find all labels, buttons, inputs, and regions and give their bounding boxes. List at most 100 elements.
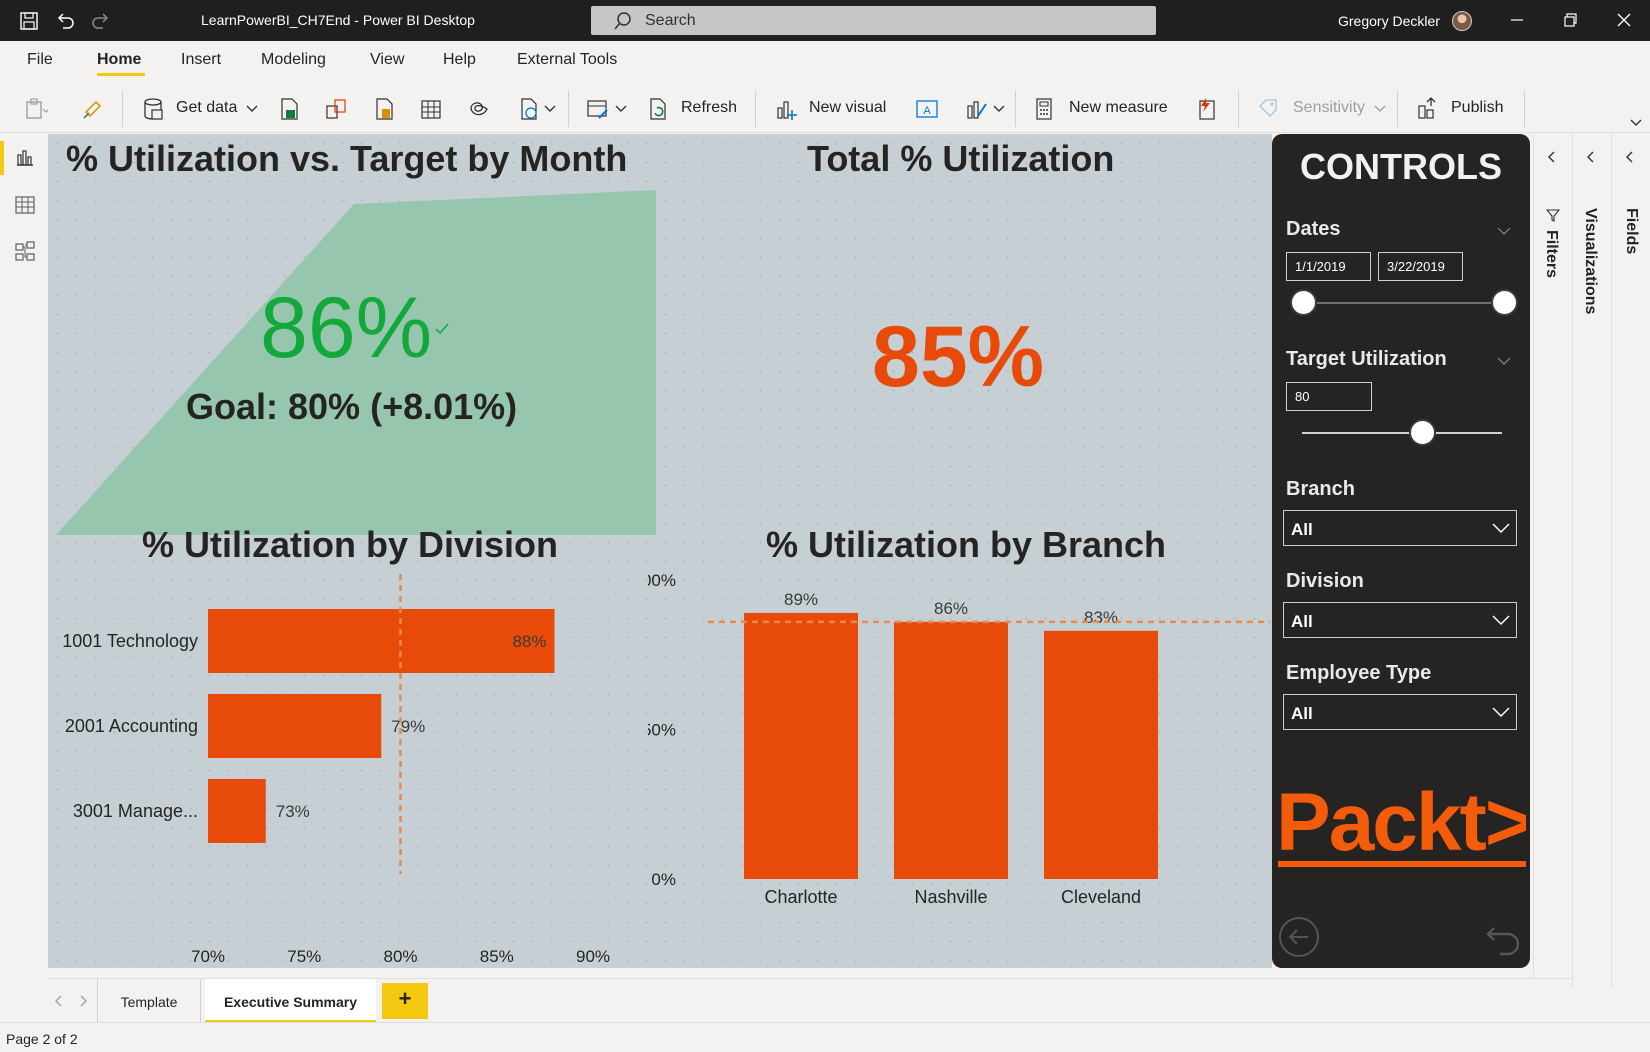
chevron-down-icon[interactable] bbox=[993, 105, 1005, 113]
chevron-down-icon[interactable] bbox=[1497, 356, 1511, 366]
window-title: LearnPowerBI_CH7End - Power BI Desktop bbox=[201, 12, 475, 28]
refresh-icon[interactable] bbox=[645, 96, 671, 122]
sensitivity-icon bbox=[1259, 99, 1277, 117]
x-tick-label: 70% bbox=[191, 947, 225, 966]
date-start-handle[interactable] bbox=[1290, 289, 1317, 316]
new-measure-button[interactable]: New measure bbox=[1069, 99, 1168, 117]
search-placeholder: Search bbox=[645, 12, 696, 29]
target-utilization-input[interactable]: 80 bbox=[1286, 382, 1372, 411]
card-value[interactable]: 85% bbox=[872, 309, 1044, 405]
division-bar-chart[interactable]: 70% 75% 80% 85% 90% 1001 Technology 88% 2001 Ac… bbox=[48, 574, 648, 968]
text-box-icon[interactable]: A bbox=[914, 96, 940, 122]
visualizations-pane[interactable]: Visualizations bbox=[1572, 134, 1611, 989]
employee-type-dropdown[interactable]: All bbox=[1283, 694, 1517, 730]
data-hub-icon[interactable] bbox=[323, 96, 349, 122]
menu-view[interactable]: View bbox=[370, 51, 404, 69]
chevron-left-icon[interactable] bbox=[1623, 150, 1637, 164]
target-slider-handle[interactable] bbox=[1408, 419, 1436, 446]
fields-pane-title: Fields bbox=[1623, 208, 1640, 255]
new-visual-icon[interactable] bbox=[773, 96, 799, 122]
branch-chart-title: % Utilization by Branch bbox=[766, 524, 1167, 565]
branch-column-chart[interactable]: 100% 50% 0% 89% Charlotte 86% Nashville 83% Clev… bbox=[648, 574, 1272, 968]
data-view-icon[interactable] bbox=[14, 194, 36, 216]
chevron-down-icon[interactable] bbox=[1497, 226, 1511, 236]
division-dropdown[interactable]: All bbox=[1283, 602, 1517, 638]
back-arrow-icon[interactable] bbox=[1278, 916, 1320, 958]
new-visual-button[interactable]: New visual bbox=[809, 99, 886, 117]
restore-icon[interactable] bbox=[1558, 8, 1582, 32]
chevron-down-icon[interactable] bbox=[246, 105, 258, 113]
close-icon[interactable] bbox=[1612, 8, 1636, 32]
publish-button[interactable]: Publish bbox=[1451, 99, 1503, 117]
menu-modeling[interactable]: Modeling bbox=[261, 51, 326, 69]
enter-data-icon[interactable] bbox=[418, 96, 444, 122]
x-tick-label: 80% bbox=[383, 947, 417, 966]
reset-arrow-icon[interactable] bbox=[1482, 916, 1524, 958]
filters-pane[interactable]: Filters bbox=[1533, 134, 1572, 989]
menu-insert[interactable]: Insert bbox=[181, 51, 221, 69]
scroll-right-icon[interactable] bbox=[78, 995, 88, 1007]
data-label: 89% bbox=[784, 590, 818, 609]
excel-icon[interactable] bbox=[276, 96, 302, 122]
ribbon-separator bbox=[568, 91, 569, 127]
x-tick-label: 75% bbox=[287, 947, 321, 966]
add-page-button[interactable]: + bbox=[382, 983, 428, 1019]
page-tab-executive-summary[interactable]: Executive Summary bbox=[205, 979, 376, 1023]
bar bbox=[208, 609, 555, 673]
get-data-button[interactable]: Get data bbox=[176, 99, 237, 117]
fields-pane[interactable]: Fields bbox=[1611, 134, 1650, 989]
branch-dropdown[interactable]: All bbox=[1283, 510, 1517, 546]
collapse-ribbon-icon[interactable] bbox=[1630, 119, 1642, 127]
chevron-down-icon[interactable] bbox=[544, 105, 556, 113]
avatar[interactable] bbox=[1452, 11, 1472, 31]
chevron-left-icon[interactable] bbox=[1545, 150, 1559, 164]
search-input[interactable]: Search bbox=[591, 6, 1156, 35]
menu-file[interactable]: File bbox=[27, 51, 53, 69]
get-data-icon[interactable] bbox=[140, 96, 166, 122]
packt-logo-text: Packt> bbox=[1276, 782, 1526, 868]
save-icon[interactable] bbox=[18, 10, 40, 32]
model-view-icon[interactable] bbox=[14, 240, 36, 262]
chevron-left-icon[interactable] bbox=[1584, 150, 1598, 164]
report-canvas: % Utilization vs. Target by Month 86% Go… bbox=[48, 134, 1272, 968]
chevron-down-icon bbox=[1492, 615, 1510, 626]
branch-label: Branch bbox=[1286, 478, 1355, 500]
x-tick-label: 85% bbox=[480, 947, 514, 966]
report-view-icon[interactable] bbox=[14, 146, 36, 168]
user-name: Gregory Deckler bbox=[1338, 13, 1440, 29]
redo-icon[interactable] bbox=[90, 10, 112, 32]
scroll-left-icon[interactable] bbox=[54, 995, 64, 1007]
category-label: Cleveland bbox=[1061, 887, 1141, 907]
bar bbox=[208, 694, 382, 758]
category-label: 3001 Manage... bbox=[73, 801, 198, 821]
y-tick-label: 100% bbox=[648, 574, 676, 590]
branch-value: All bbox=[1291, 520, 1313, 539]
transform-data-icon[interactable] bbox=[585, 96, 611, 122]
employee-type-value: All bbox=[1291, 704, 1313, 723]
undo-icon[interactable] bbox=[54, 10, 76, 32]
filters-pane-title: Filters bbox=[1543, 230, 1560, 279]
page-tab-template[interactable]: Template bbox=[97, 979, 201, 1023]
date-end-handle[interactable] bbox=[1491, 289, 1518, 316]
menu-home[interactable]: Home bbox=[97, 51, 141, 69]
more-visuals-icon[interactable] bbox=[964, 96, 990, 122]
publish-icon[interactable] bbox=[1415, 96, 1441, 122]
view-switcher bbox=[0, 134, 48, 989]
sql-server-icon[interactable] bbox=[371, 96, 397, 122]
minimize-icon[interactable] bbox=[1505, 8, 1529, 32]
paste-icon[interactable] bbox=[22, 96, 48, 122]
refresh-button[interactable]: Refresh bbox=[681, 99, 737, 117]
sensitivity-button: Sensitivity bbox=[1293, 99, 1366, 116]
dataverse-icon[interactable] bbox=[466, 96, 492, 122]
menu-help[interactable]: Help bbox=[443, 51, 476, 69]
new-measure-icon[interactable] bbox=[1031, 96, 1057, 122]
chevron-down-icon[interactable] bbox=[615, 105, 627, 113]
quick-measure-icon[interactable] bbox=[1194, 96, 1220, 122]
recent-sources-icon[interactable] bbox=[516, 96, 542, 122]
date-end-input[interactable]: 3/22/2019 bbox=[1378, 252, 1463, 281]
format-painter-icon[interactable] bbox=[80, 96, 106, 122]
data-label: 73% bbox=[276, 802, 310, 821]
menu-external-tools[interactable]: External Tools bbox=[517, 51, 617, 69]
date-start-input[interactable]: 1/1/2019 bbox=[1286, 252, 1371, 281]
ribbon-separator bbox=[1397, 91, 1398, 127]
